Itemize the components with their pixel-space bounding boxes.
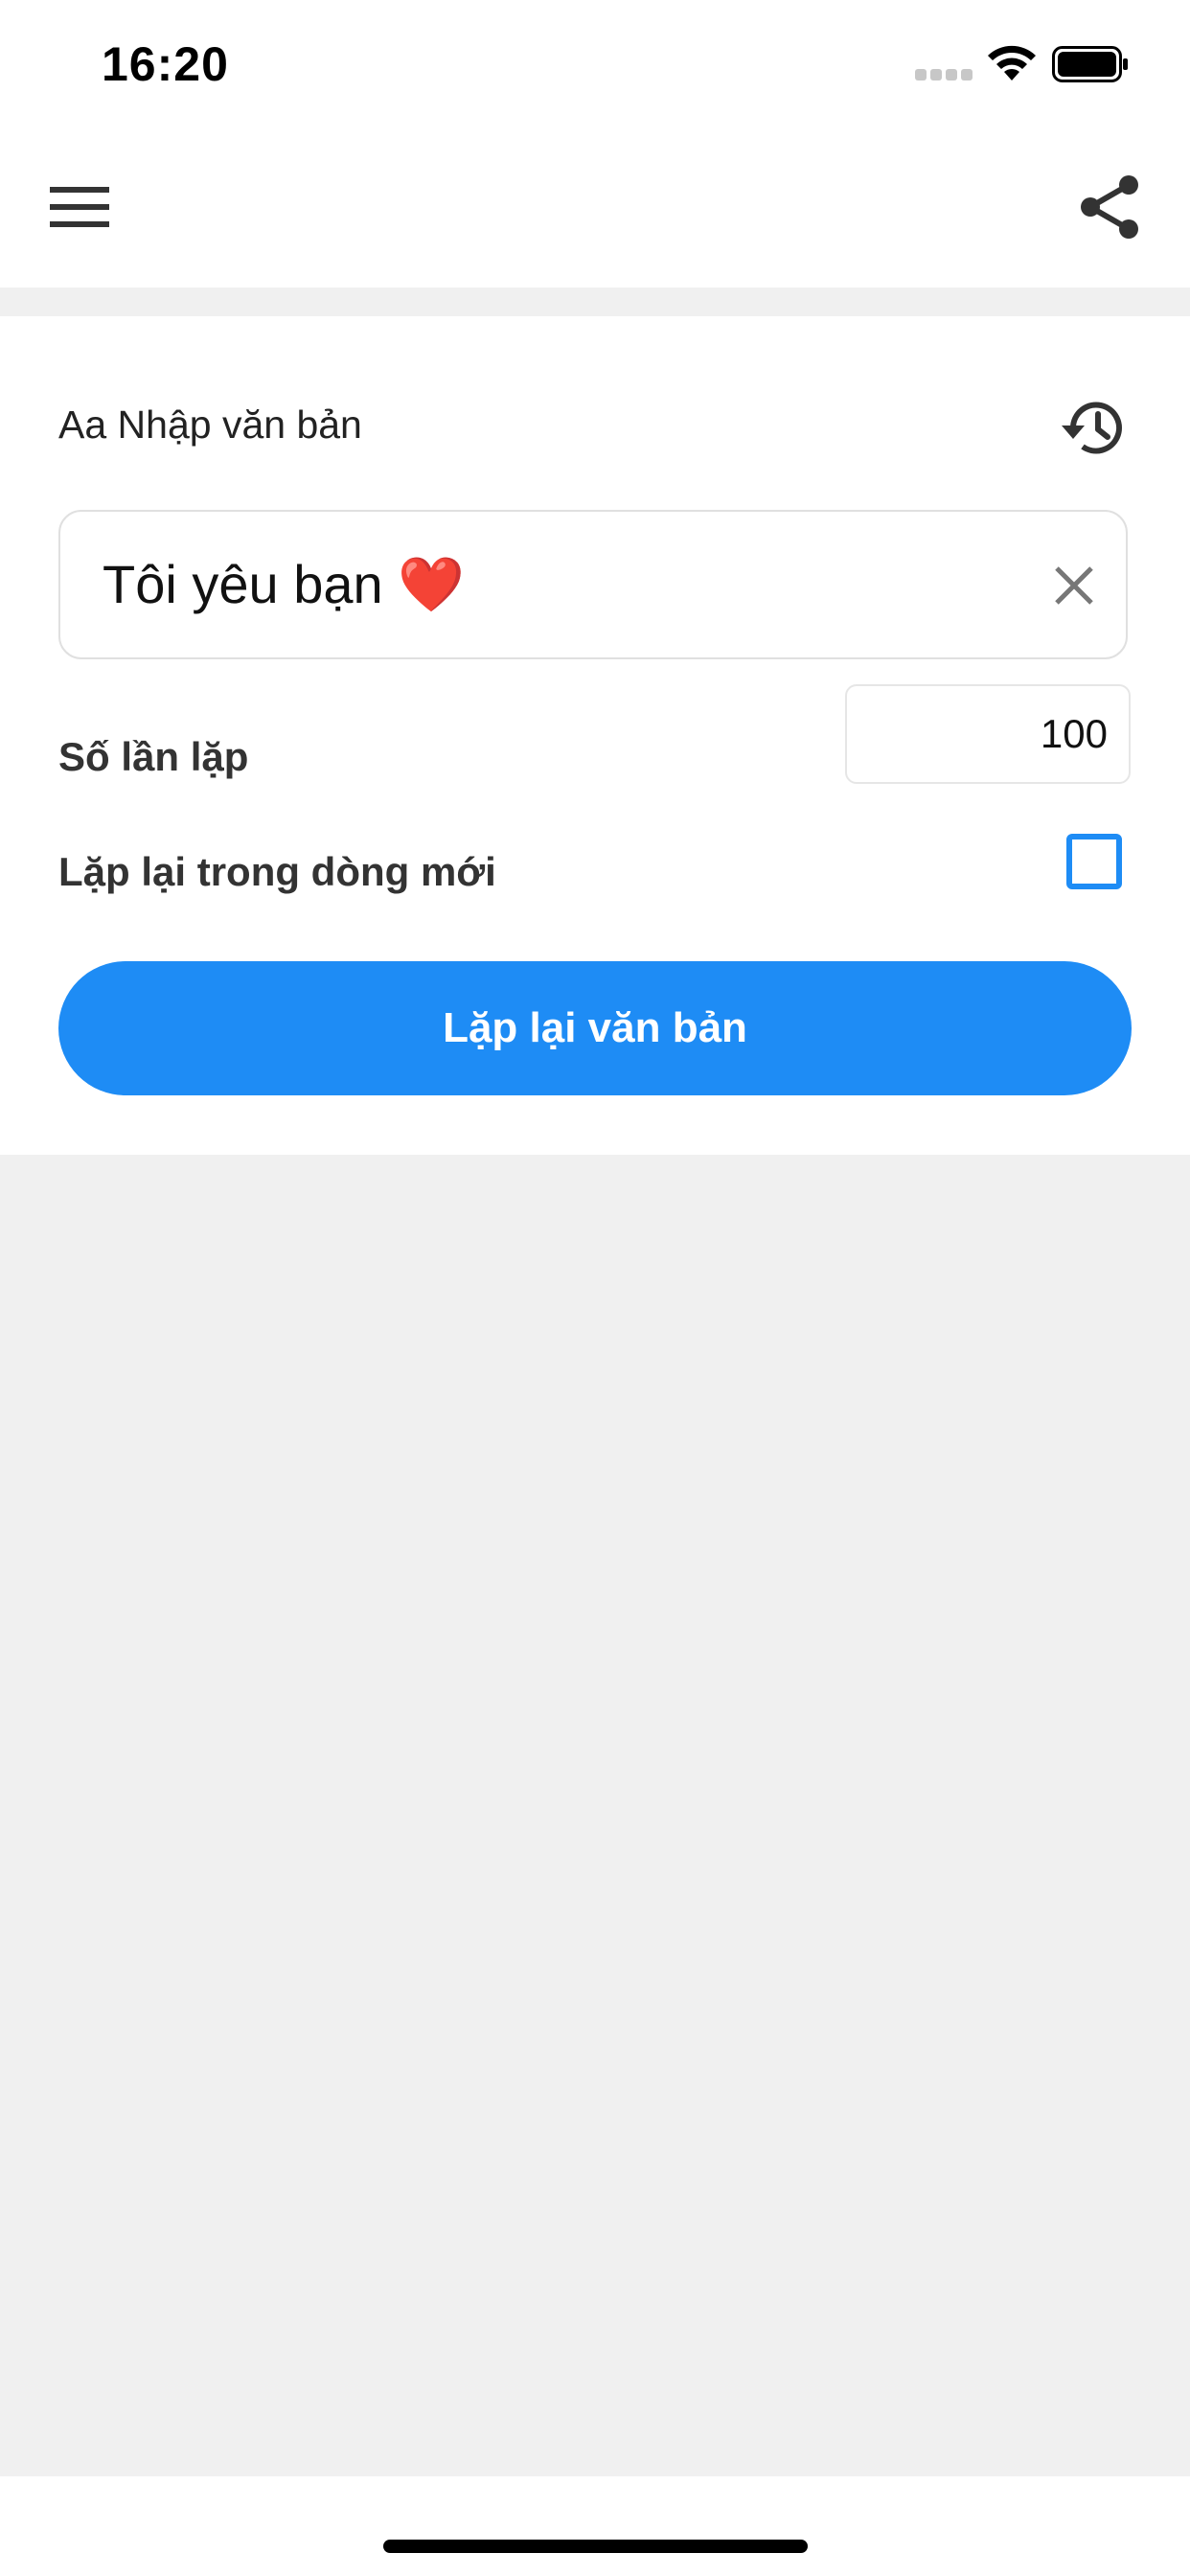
status-time: 16:20 (102, 37, 229, 91)
app-bar (0, 129, 1190, 288)
new-line-label: Lặp lại trong dòng mới (58, 849, 496, 894)
text-input[interactable] (103, 512, 1003, 657)
repeat-count-container (845, 684, 1131, 784)
status-bar: 16:20 (0, 0, 1190, 129)
menu-icon[interactable] (50, 185, 109, 229)
repeat-text-button[interactable]: Lặp lại văn bản (58, 961, 1132, 1095)
battery-icon (1052, 46, 1128, 82)
wifi-icon (988, 45, 1036, 80)
cellular-signal-icon (915, 69, 973, 80)
repeat-count-label: Số lần lặp (58, 734, 249, 779)
close-icon[interactable] (1051, 563, 1097, 609)
bottom-safe-area (0, 2476, 1190, 2576)
input-label: Aa Nhập văn bản (58, 402, 362, 447)
history-icon[interactable] (1060, 397, 1131, 458)
repeat-count-input[interactable] (866, 686, 1108, 782)
share-icon[interactable] (1079, 175, 1140, 239)
repeat-text-form: Aa Nhập văn bản Số lần lặp Lặp lại trong… (0, 316, 1190, 1155)
text-input-container (58, 510, 1128, 659)
new-line-checkbox[interactable] (1066, 834, 1122, 889)
home-indicator[interactable] (383, 2540, 808, 2553)
